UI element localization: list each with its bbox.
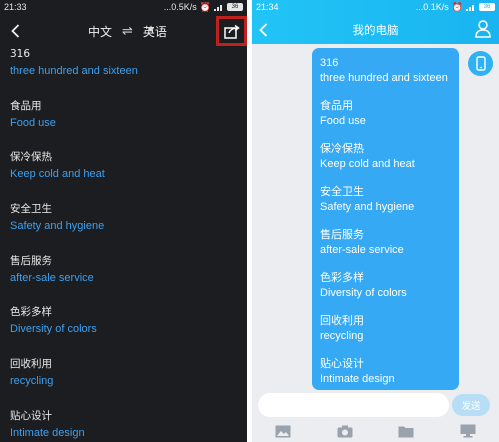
translation-list: 316 three hundred and sixteen 食品用 Food use 保…: [0, 44, 247, 442]
message-source-line: 316: [320, 57, 339, 69]
translated-text: Diversity of colors: [10, 323, 97, 336]
translator-toolbar: 中文 ⇌ 英语: [0, 14, 247, 48]
composer: 发送: [252, 390, 499, 420]
status-bar: 21:34 ...0.1K/s ⏰ 36: [252, 0, 499, 14]
network-speed: ...0.1K/s: [415, 2, 449, 12]
share-button[interactable]: [216, 16, 247, 46]
message-translation-line: Safety and hygiene: [320, 200, 415, 213]
message-source-line: 售后服务: [320, 229, 364, 241]
message-translation-line: Keep cold and heat: [320, 157, 415, 170]
language-selector: 中文 ⇌ 英语: [88, 23, 167, 40]
translated-text: Food use: [10, 116, 56, 129]
battery-indicator: 36: [227, 3, 243, 11]
message-translation-line: recycling: [320, 329, 364, 342]
message-translation-line: after-sale service: [320, 243, 404, 256]
source-language[interactable]: 中文: [88, 23, 112, 40]
status-time: 21:33: [4, 2, 27, 12]
network-speed: ...0.5K/s: [163, 2, 197, 12]
list-item[interactable]: 316 three hundred and sixteen: [0, 44, 247, 96]
message-translation-line: Diversity of colors: [320, 286, 407, 299]
source-text: 316: [10, 48, 31, 60]
list-item[interactable]: 回收利用 recycling: [0, 354, 247, 406]
signal-icon: [466, 4, 476, 11]
chevron-down-icon[interactable]: [148, 28, 154, 32]
status-bar: 21:33 ...0.5K/s ⏰ 36: [0, 0, 247, 14]
attachment-toolbar: [252, 420, 499, 442]
message-source-line: 保冷保热: [320, 143, 364, 155]
page-title: 我的电脑: [352, 23, 399, 37]
send-button[interactable]: 发送: [452, 394, 490, 416]
alarm-icon: ⏰: [451, 1, 463, 12]
source-text: 售后服务: [10, 254, 52, 267]
source-text: 色彩多样: [10, 306, 52, 319]
computer-icon[interactable]: [459, 423, 477, 439]
source-text: 安全卫生: [10, 203, 52, 216]
image-icon[interactable]: [274, 423, 292, 439]
alarm-icon: ⏰: [199, 1, 211, 12]
message-source-line: 食品用: [320, 100, 353, 112]
translated-text: Safety and hygiene: [10, 220, 105, 233]
message-input[interactable]: [258, 393, 449, 417]
list-item[interactable]: 色彩多样 Diversity of colors: [0, 302, 247, 354]
list-item[interactable]: 安全卫生 Safety and hygiene: [0, 199, 247, 251]
message-source-line: 色彩多样: [320, 272, 364, 284]
battery-indicator: 36: [479, 3, 495, 11]
swap-languages-icon[interactable]: ⇌: [122, 24, 133, 39]
camera-icon[interactable]: [336, 423, 354, 439]
translated-text: recycling: [10, 375, 54, 388]
message-source-line: 安全卫生: [320, 186, 364, 198]
chat-header: 21:34 ...0.1K/s ⏰ 36 我的电脑: [252, 0, 499, 44]
message-translation-line: Food use: [320, 114, 366, 127]
signal-icon: [214, 4, 224, 11]
source-text: 食品用: [10, 99, 42, 112]
message-source-line: 贴心设计: [320, 358, 364, 370]
target-language[interactable]: 英语: [143, 23, 167, 40]
message-translation-line: three hundred and sixteen: [320, 71, 448, 84]
translated-text: Intimate design: [10, 426, 85, 439]
status-time: 21:34: [256, 2, 279, 12]
source-text: 回收利用: [10, 358, 52, 371]
translated-text: after-sale service: [10, 271, 94, 284]
message-translation-line: Intimate design: [320, 372, 395, 385]
source-text: 保冷保热: [10, 151, 52, 164]
list-item[interactable]: 贴心设计 Intimate design: [0, 406, 247, 442]
list-item[interactable]: 食品用 Food use: [0, 96, 247, 148]
list-item[interactable]: 保冷保热 Keep cold and heat: [0, 147, 247, 199]
source-text: 贴心设计: [10, 409, 52, 422]
share-icon: [223, 24, 240, 39]
translator-screen: 21:33 ...0.5K/s ⏰ 36 中文 ⇌ 英语 316 three hu…: [0, 0, 247, 442]
avatar[interactable]: [468, 51, 493, 76]
phone-icon: [475, 56, 486, 71]
user-icon[interactable]: [475, 20, 493, 40]
folder-icon[interactable]: [397, 423, 415, 439]
message-source-line: 回收利用: [320, 315, 364, 327]
translated-text: Keep cold and heat: [10, 168, 105, 181]
back-icon[interactable]: [8, 22, 22, 40]
list-item[interactable]: 售后服务 after-sale service: [0, 251, 247, 303]
translated-text: three hundred and sixteen: [10, 65, 138, 77]
chat-screen: 21:34 ...0.1K/s ⏰ 36 我的电脑 316 three hundr…: [252, 0, 499, 442]
message-bubble[interactable]: 316 three hundred and sixteen 食品用 Food use 保…: [312, 48, 459, 390]
